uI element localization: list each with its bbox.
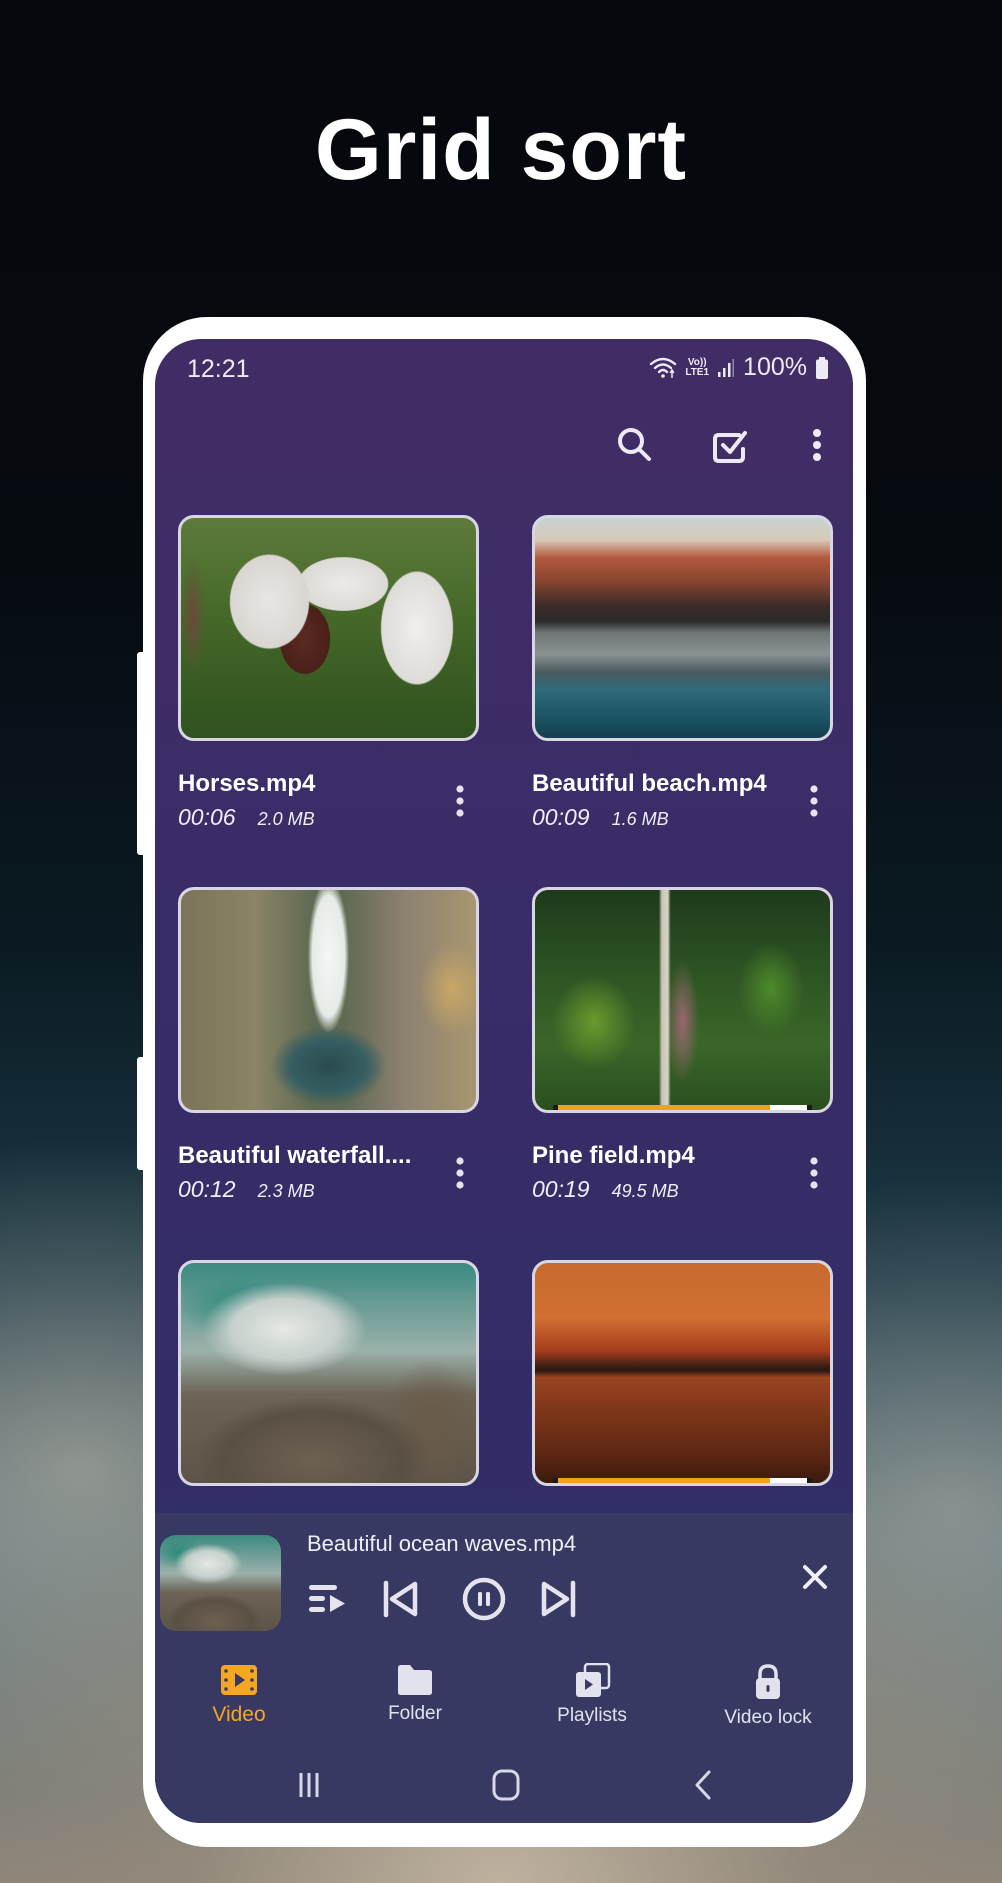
watch-progress-bar <box>553 1478 812 1483</box>
video-meta: 00:19 49.5 MB <box>532 1176 679 1203</box>
more-vert-icon <box>813 429 821 461</box>
video-more-button[interactable] <box>802 781 826 821</box>
status-time: 12:21 <box>187 355 250 383</box>
video-thumbnail[interactable] <box>532 1260 833 1486</box>
playlists-icon <box>576 1663 611 1697</box>
video-thumbnail[interactable] <box>532 887 833 1113</box>
video-more-button[interactable] <box>448 781 472 821</box>
previous-button[interactable] <box>377 1575 425 1623</box>
headline: Grid sort <box>314 102 688 198</box>
lte-indicator: Vo)) LTE1 <box>685 356 710 378</box>
nav-tab-playlists[interactable]: Playlists <box>522 1663 662 1727</box>
video-thumbnail[interactable] <box>178 515 479 741</box>
back-button[interactable] <box>683 1765 723 1805</box>
toolbar <box>155 419 853 479</box>
more-vert-icon <box>456 785 464 817</box>
nav-label: Video <box>212 1703 266 1726</box>
progress-fill <box>558 1105 770 1110</box>
home-icon <box>492 1769 520 1801</box>
video-size: 49.5 MB <box>611 1181 679 1201</box>
video-meta: 00:06 2.0 MB <box>178 804 315 831</box>
signal-icon <box>718 358 735 377</box>
select-button[interactable] <box>709 423 753 467</box>
recents-button[interactable] <box>289 1765 329 1805</box>
video-meta: 00:09 1.6 MB <box>532 804 669 831</box>
recents-icon <box>299 1773 319 1797</box>
wifi-icon <box>650 357 677 378</box>
nav-label: Folder <box>388 1703 442 1724</box>
lte-label: LTE1 <box>685 366 710 378</box>
video-size: 2.0 MB <box>257 809 315 829</box>
mini-player-thumbnail[interactable] <box>160 1535 281 1631</box>
video-meta: 00:12 2.3 MB <box>178 1176 315 1203</box>
battery-percent: 100% <box>743 353 807 381</box>
home-button[interactable] <box>486 1765 526 1805</box>
video-title: Beautiful waterfall.... <box>178 1142 412 1169</box>
video-size: 1.6 MB <box>611 809 669 829</box>
status-bar: 12:21 Vo)) LTE1 100% <box>155 339 853 399</box>
folder-icon <box>398 1665 432 1695</box>
video-film-icon <box>221 1665 257 1695</box>
back-icon <box>695 1770 711 1800</box>
video-thumbnail[interactable] <box>178 1260 479 1486</box>
close-icon <box>803 1565 827 1589</box>
more-options-button[interactable] <box>795 423 839 467</box>
video-more-button[interactable] <box>448 1153 472 1193</box>
more-vert-icon <box>810 1157 818 1189</box>
bottom-navigation: Video Folder Playlists Video lock <box>155 1637 853 1823</box>
more-vert-icon <box>456 1157 464 1189</box>
skip-next-icon <box>541 1580 576 1618</box>
pause-icon <box>462 1577 506 1621</box>
mini-player[interactable]: Beautiful ocean waves.mp4 <box>155 1513 853 1637</box>
status-icons: Vo)) LTE1 100% <box>649 353 829 382</box>
nav-label: Playlists <box>557 1705 627 1726</box>
skip-previous-icon <box>383 1580 418 1618</box>
video-more-button[interactable] <box>802 1153 826 1193</box>
playlist-queue-icon <box>309 1585 345 1612</box>
nav-label: Video lock <box>724 1707 812 1728</box>
video-title: Pine field.mp4 <box>532 1142 695 1169</box>
next-button[interactable] <box>534 1575 582 1623</box>
nav-tab-folder[interactable]: Folder <box>345 1663 485 1725</box>
battery-icon <box>816 356 828 379</box>
video-duration: 00:19 <box>532 1176 590 1202</box>
playlist-queue-button[interactable] <box>305 1575 353 1623</box>
nav-tab-video[interactable]: Video <box>169 1663 309 1727</box>
video-duration: 00:06 <box>178 804 236 830</box>
search-icon <box>618 428 651 461</box>
progress-fill <box>558 1478 770 1483</box>
video-duration: 00:12 <box>178 1176 236 1202</box>
video-title: Horses.mp4 <box>178 770 316 797</box>
close-player-button[interactable] <box>797 1559 833 1595</box>
volte-label: Vo)) <box>687 356 707 368</box>
video-duration: 00:09 <box>532 804 590 830</box>
select-checkbox-icon <box>713 431 747 463</box>
search-button[interactable] <box>613 423 657 467</box>
nav-tab-video-lock[interactable]: Video lock <box>698 1663 838 1729</box>
mini-player-title: Beautiful ocean waves.mp4 <box>307 1531 577 1556</box>
video-title: Beautiful beach.mp4 <box>532 770 767 797</box>
lock-icon <box>756 1664 780 1699</box>
more-vert-icon <box>810 785 818 817</box>
phone-screen: 12:21 Vo)) LTE1 100% Horses.mp4 00:06 2.… <box>155 339 853 1823</box>
watch-progress-bar <box>553 1105 812 1110</box>
video-thumbnail[interactable] <box>178 887 479 1113</box>
video-size: 2.3 MB <box>257 1181 315 1201</box>
video-thumbnail[interactable] <box>532 515 833 741</box>
pause-button[interactable] <box>460 1575 508 1623</box>
